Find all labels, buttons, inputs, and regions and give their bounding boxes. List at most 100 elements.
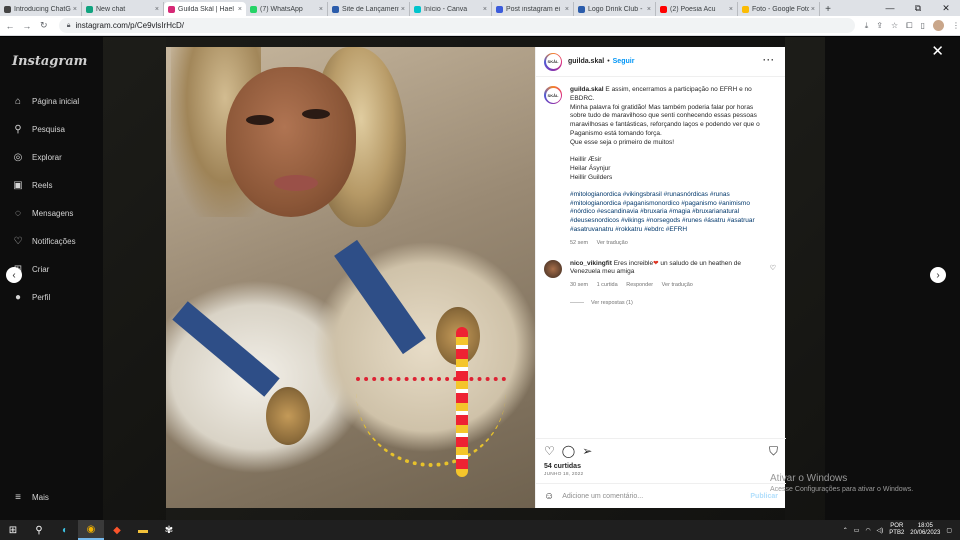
- photo-lips: [274, 175, 318, 191]
- translate-link[interactable]: Ver tradução: [662, 282, 693, 288]
- photo-face: [226, 67, 356, 217]
- share-icon[interactable]: ⇪: [876, 21, 883, 30]
- caption-age: 52 sem: [570, 239, 589, 246]
- profile-avatar[interactable]: [932, 20, 944, 31]
- avatar[interactable]: SKÅL: [544, 86, 562, 104]
- sidebar-item-explore[interactable]: ◎ Explorar: [12, 151, 62, 163]
- comment-avatar[interactable]: [544, 259, 562, 278]
- browser-tab[interactable]: Foto - Google Foto ×: [738, 2, 820, 16]
- file-explorer-icon[interactable]: ▬: [130, 520, 156, 540]
- sidebar-item-messenger[interactable]: ◌ Mensagens: [12, 207, 73, 219]
- browser-tab[interactable]: (2) Poesia Acu ×: [656, 2, 738, 16]
- save-bookmark-icon[interactable]: ⛉: [769, 444, 778, 459]
- comment-username[interactable]: nico_vikingfit: [570, 260, 612, 267]
- hashtag-line[interactable]: #deusesnordicos #vikings #norsegods #run…: [570, 217, 760, 226]
- volume-icon[interactable]: ◁): [877, 527, 884, 534]
- back-icon[interactable]: ←: [3, 21, 17, 31]
- sidebar-item-home[interactable]: ⌂ Página inicial: [12, 95, 79, 107]
- browser-tab[interactable]: Início - Canva ×: [410, 2, 492, 16]
- clock[interactable]: 18:05 20/06/2023: [910, 523, 940, 537]
- notification-icon[interactable]: ▢: [946, 527, 952, 534]
- likes-count[interactable]: 54 curtidas: [544, 463, 778, 470]
- search-icon[interactable]: ⚲: [26, 520, 52, 540]
- tab-close-icon[interactable]: ×: [401, 6, 405, 13]
- more-options-icon[interactable]: ···: [763, 55, 775, 65]
- next-post-arrow-icon[interactable]: ›: [930, 267, 946, 283]
- browser-tab[interactable]: Guilda Skál | Hael ×: [164, 2, 246, 16]
- follow-button[interactable]: Seguir: [613, 58, 635, 65]
- wifi-icon[interactable]: ◠: [865, 527, 870, 534]
- like-heart-icon[interactable]: ♡: [544, 444, 555, 458]
- edge-icon[interactable]: ◐: [52, 520, 78, 540]
- tab-close-icon[interactable]: ×: [483, 6, 487, 13]
- comment-bubble-icon[interactable]: ◯: [562, 444, 575, 458]
- browser-tab[interactable]: Introducing ChatG ×: [0, 2, 82, 16]
- translate-link[interactable]: Ver tradução: [597, 240, 628, 246]
- browser-tab[interactable]: New chat ×: [82, 2, 164, 16]
- sidebar-item-label: Mais: [32, 492, 49, 502]
- tab-label: Introducing ChatG: [14, 5, 71, 13]
- tab-close-icon[interactable]: ×: [319, 6, 323, 13]
- restore-icon[interactable]: ⧉: [904, 0, 932, 16]
- tab-close-icon[interactable]: ×: [811, 6, 815, 13]
- new-tab-button[interactable]: +: [820, 2, 836, 16]
- tab-close-icon[interactable]: ×: [647, 6, 651, 13]
- hashtag-line[interactable]: #mitologianordica #paganismonordico #pag…: [570, 200, 760, 209]
- sidebar-item-profile[interactable]: ● Perfil: [12, 291, 50, 303]
- prev-post-arrow-icon[interactable]: ‹: [6, 267, 22, 283]
- brave-icon[interactable]: ◆: [104, 520, 130, 540]
- tab-close-icon[interactable]: ×: [155, 6, 159, 13]
- share-send-icon[interactable]: ➢: [582, 444, 592, 458]
- windows-start-icon[interactable]: ⊞: [0, 520, 26, 540]
- messenger-icon: ◌: [15, 207, 21, 219]
- post-photo[interactable]: [166, 47, 535, 508]
- hashtag-line[interactable]: #mitologianordica #vikingsbrasil #runasn…: [570, 191, 760, 200]
- avatar[interactable]: SKÅL: [544, 52, 562, 71]
- tab-favicon-icon: [742, 5, 749, 13]
- browser-tab[interactable]: Logo Drink Club - ×: [574, 2, 656, 16]
- hashtag-line[interactable]: #asatruvanatru #rokkatru #ebdrc #EFRH: [570, 226, 760, 235]
- reply-button[interactable]: Responder: [626, 282, 653, 288]
- browser-tab[interactable]: Site de Lançament ×: [328, 2, 410, 16]
- sidebar-item-reels[interactable]: ▣ Reels: [12, 179, 52, 191]
- comment-likes[interactable]: 1 curtida: [597, 282, 618, 288]
- emoji-icon[interactable]: ☺: [544, 491, 554, 502]
- comment-input[interactable]: Adicione um comentário...: [562, 493, 750, 500]
- minimize-icon[interactable]: —: [876, 0, 904, 16]
- extensions-icon[interactable]: ⧠: [906, 21, 912, 31]
- tab-close-icon[interactable]: ×: [73, 6, 77, 13]
- sidepanel-icon[interactable]: ▯: [921, 21, 925, 30]
- activation-title: Ativar o Windows: [770, 473, 848, 484]
- post-modal: SKÅL guilda.skal • Seguir ··· SKÅL guild…: [166, 47, 786, 508]
- caption-username[interactable]: guilda.skal: [570, 86, 604, 93]
- tab-close-icon[interactable]: ×: [565, 6, 569, 13]
- tray-chevron-icon[interactable]: ⌃: [843, 527, 848, 534]
- close-icon[interactable]: ✕: [931, 42, 944, 60]
- explore-icon: ◎: [13, 151, 23, 163]
- address-bar[interactable]: 🔒︎ instagram.com/p/Ce9vlsIrHcD/: [58, 18, 855, 33]
- window-controls: — ⧉ ✕: [876, 0, 960, 16]
- network-icon[interactable]: ▭: [854, 527, 860, 534]
- tab-close-icon[interactable]: ×: [238, 6, 242, 13]
- sidebar-item-more[interactable]: ≡ Mais: [12, 491, 49, 503]
- tab-close-icon[interactable]: ×: [729, 6, 733, 13]
- sidebar-item-heart[interactable]: ♡ Notificações: [12, 235, 76, 247]
- sidebar-item-search[interactable]: ⚲ Pesquisa: [12, 123, 65, 135]
- reload-icon[interactable]: ↻: [37, 20, 51, 31]
- close-window-icon[interactable]: ✕: [932, 0, 960, 16]
- chrome-icon[interactable]: ◉: [78, 520, 104, 540]
- instagram-logo[interactable]: Instagram: [12, 54, 87, 69]
- browser-tab[interactable]: (7) WhatsApp ×: [246, 2, 328, 16]
- hashtag-line[interactable]: #nórdico #escandinavia #bruxaria #magia …: [570, 208, 760, 217]
- forward-icon[interactable]: →: [20, 21, 34, 31]
- publish-button[interactable]: Publicar: [750, 493, 778, 500]
- menu-kebab-icon[interactable]: ⋮: [952, 21, 960, 30]
- view-replies[interactable]: Ver respostas (1): [570, 300, 778, 306]
- install-icon[interactable]: ⤓: [865, 21, 869, 31]
- like-comment-heart-icon[interactable]: ♡: [770, 264, 776, 272]
- bookmark-star-icon[interactable]: ☆: [891, 21, 898, 30]
- browser-tab[interactable]: Post instagram ei ×: [492, 2, 574, 16]
- username[interactable]: guilda.skal: [568, 58, 604, 65]
- language-indicator[interactable]: POR PTB2: [889, 523, 904, 537]
- app-icon[interactable]: ✾: [156, 520, 182, 540]
